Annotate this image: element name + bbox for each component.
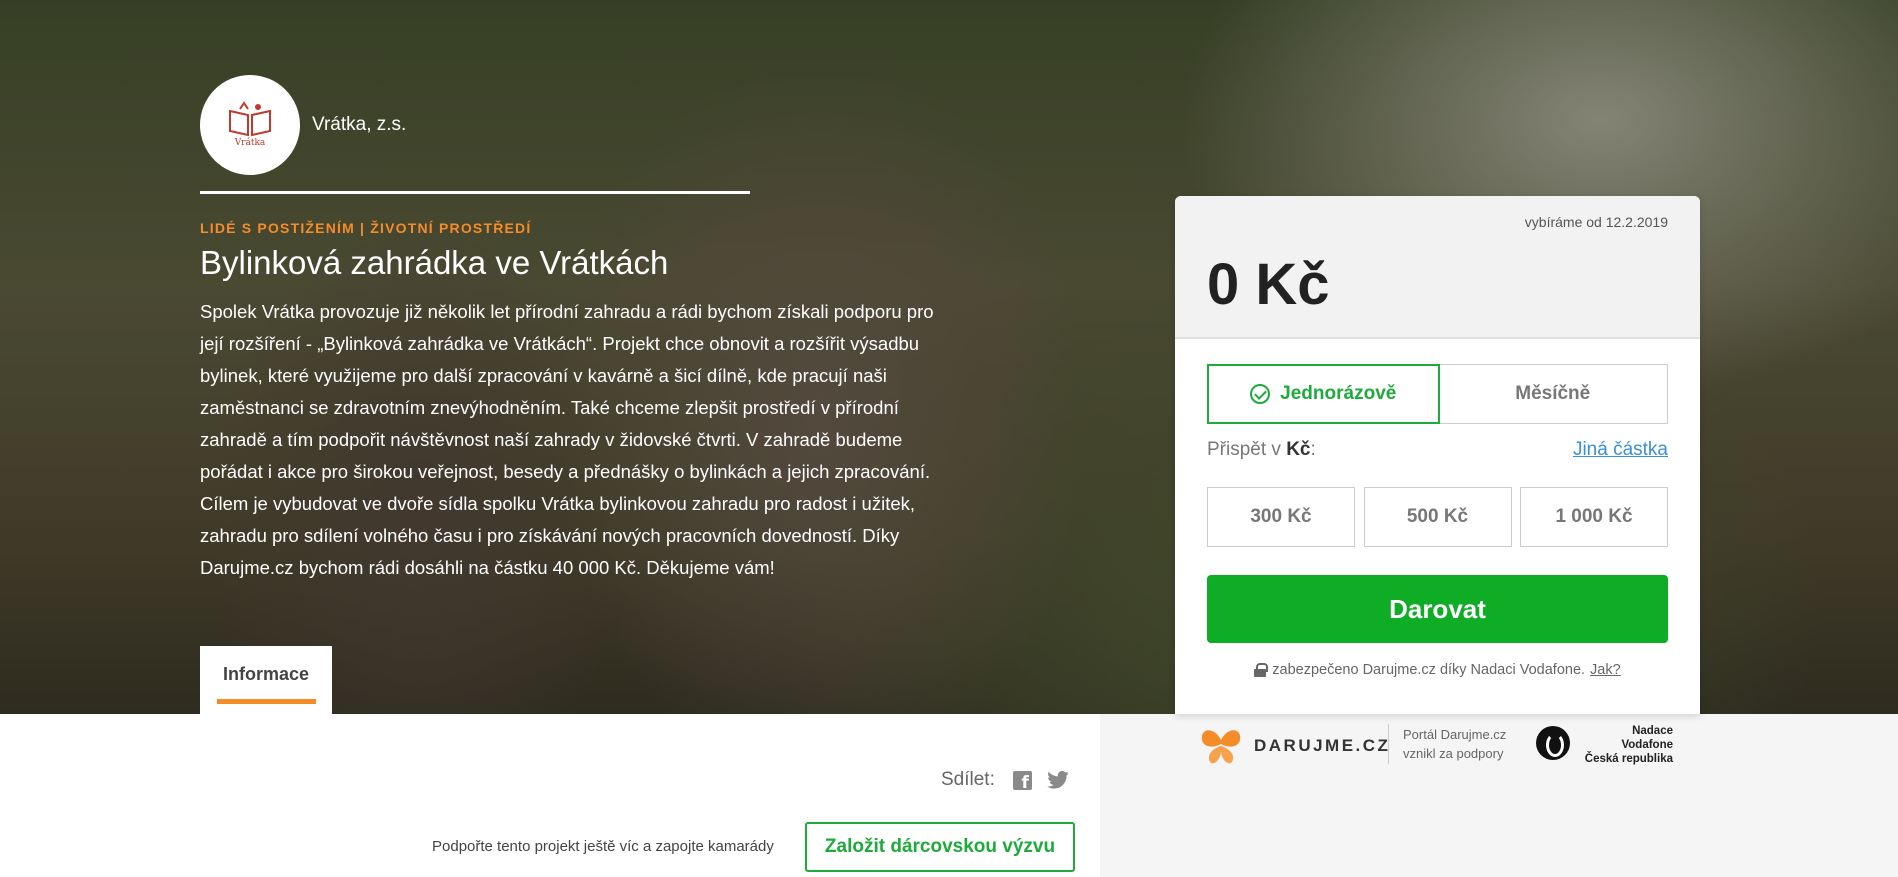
contribute-suffix: : [1310,439,1316,460]
organization-name[interactable]: Vrátka, z.s. [312,114,406,136]
project-title: Bylinková zahrádka ve Vrátkách [200,244,669,281]
darujme-logo[interactable]: DARUJME.CZ [1198,726,1390,766]
project-description: Spolek Vrátka provozuje již několik let … [200,301,934,578]
vodafone-icon[interactable] [1536,726,1570,760]
portal-support-text: Portál Darujme.cz vznikl za podpory [1403,725,1506,763]
preset-amount-button[interactable]: 1 000 Kč [1520,487,1668,547]
hero-content: Vrátka Vrátka, z.s. LIDÉ S POSTIŽENÍM | … [200,75,960,584]
portal-line: vznikl za podpory [1403,746,1504,761]
donation-card: vybíráme od 12.2.2019 0 Kč Jednorázově M… [1175,196,1700,714]
organization-logo[interactable]: Vrátka [200,75,300,175]
portal-line: Portál Darujme.cz [1403,727,1507,742]
contribute-row: Přispět v Kč: Jiná částka [1207,439,1668,461]
security-text: zabezpečeno Darujme.cz díky Nadaci Vodaf… [1272,662,1586,678]
tab-active-underline [216,699,316,704]
frequency-monthly-option[interactable]: Měsíčně [1439,365,1668,423]
other-amount-link[interactable]: Jiná částka [1573,439,1668,461]
collected-amount: 0 Kč [1207,252,1330,317]
vodafone-line: Nadace [1632,725,1673,737]
share-label: Sdílet: [941,769,995,790]
contribute-prefix: Přispět v [1207,439,1287,460]
vodafone-line: Česká republika [1584,753,1673,765]
darujme-brand: DARUJME.CZ [1254,736,1391,755]
vodafone-line: Vodafone [1621,739,1673,751]
butterfly-icon [1201,730,1241,764]
security-note: zabezpečeno Darujme.cz díky Nadaci Vodaf… [1207,662,1668,678]
amount-presets: 300 Kč 500 Kč 1 000 Kč [1207,487,1668,547]
tab-informace[interactable]: Informace [200,646,332,714]
lock-icon [1254,663,1269,677]
facebook-icon[interactable] [1012,770,1032,793]
create-challenge-button[interactable]: Založit dárcovskou výzvu [805,822,1075,872]
frequency-monthly-label: Měsíčně [1515,383,1591,404]
collecting-since: vybíráme od 12.2.2019 [1524,214,1668,230]
preset-amount-button[interactable]: 300 Kč [1207,487,1355,547]
frequency-one-time-option[interactable]: Jednorázově [1207,364,1440,424]
share-bar: Sdílet: [941,769,1069,793]
donate-button[interactable]: Darovat [1207,575,1668,643]
contribute-label: Přispět v Kč: [1207,439,1316,461]
security-how-link[interactable]: Jak? [1590,662,1621,678]
preset-amount-button[interactable]: 500 Kč [1363,487,1512,547]
organization-row: Vrátka Vrátka, z.s. [200,75,960,175]
contribute-currency: Kč [1286,439,1311,460]
project-categories[interactable]: LIDÉ S POSTIŽENÍM | ŽIVOTNÍ PROSTŘEDÍ [200,220,960,236]
vodafone-foundation-name[interactable]: Nadace Vodafone Česká republika [1577,724,1673,766]
tab-informace-label: Informace [222,664,310,684]
vratka-logo-icon: Vrátka [229,101,271,148]
header-divider [200,191,750,194]
frequency-toggle: Jednorázově Měsíčně [1207,364,1668,424]
partner-divider [1388,724,1389,764]
check-circle-icon [1250,384,1271,404]
support-text: Podpořte tento projekt ještě víc a zapoj… [432,838,774,855]
donation-summary: vybíráme od 12.2.2019 0 Kč [1175,196,1700,339]
frequency-one-time-label: Jednorázově [1280,383,1397,404]
svg-text:Vrátka: Vrátka [234,137,266,148]
twitter-icon[interactable] [1047,771,1069,789]
